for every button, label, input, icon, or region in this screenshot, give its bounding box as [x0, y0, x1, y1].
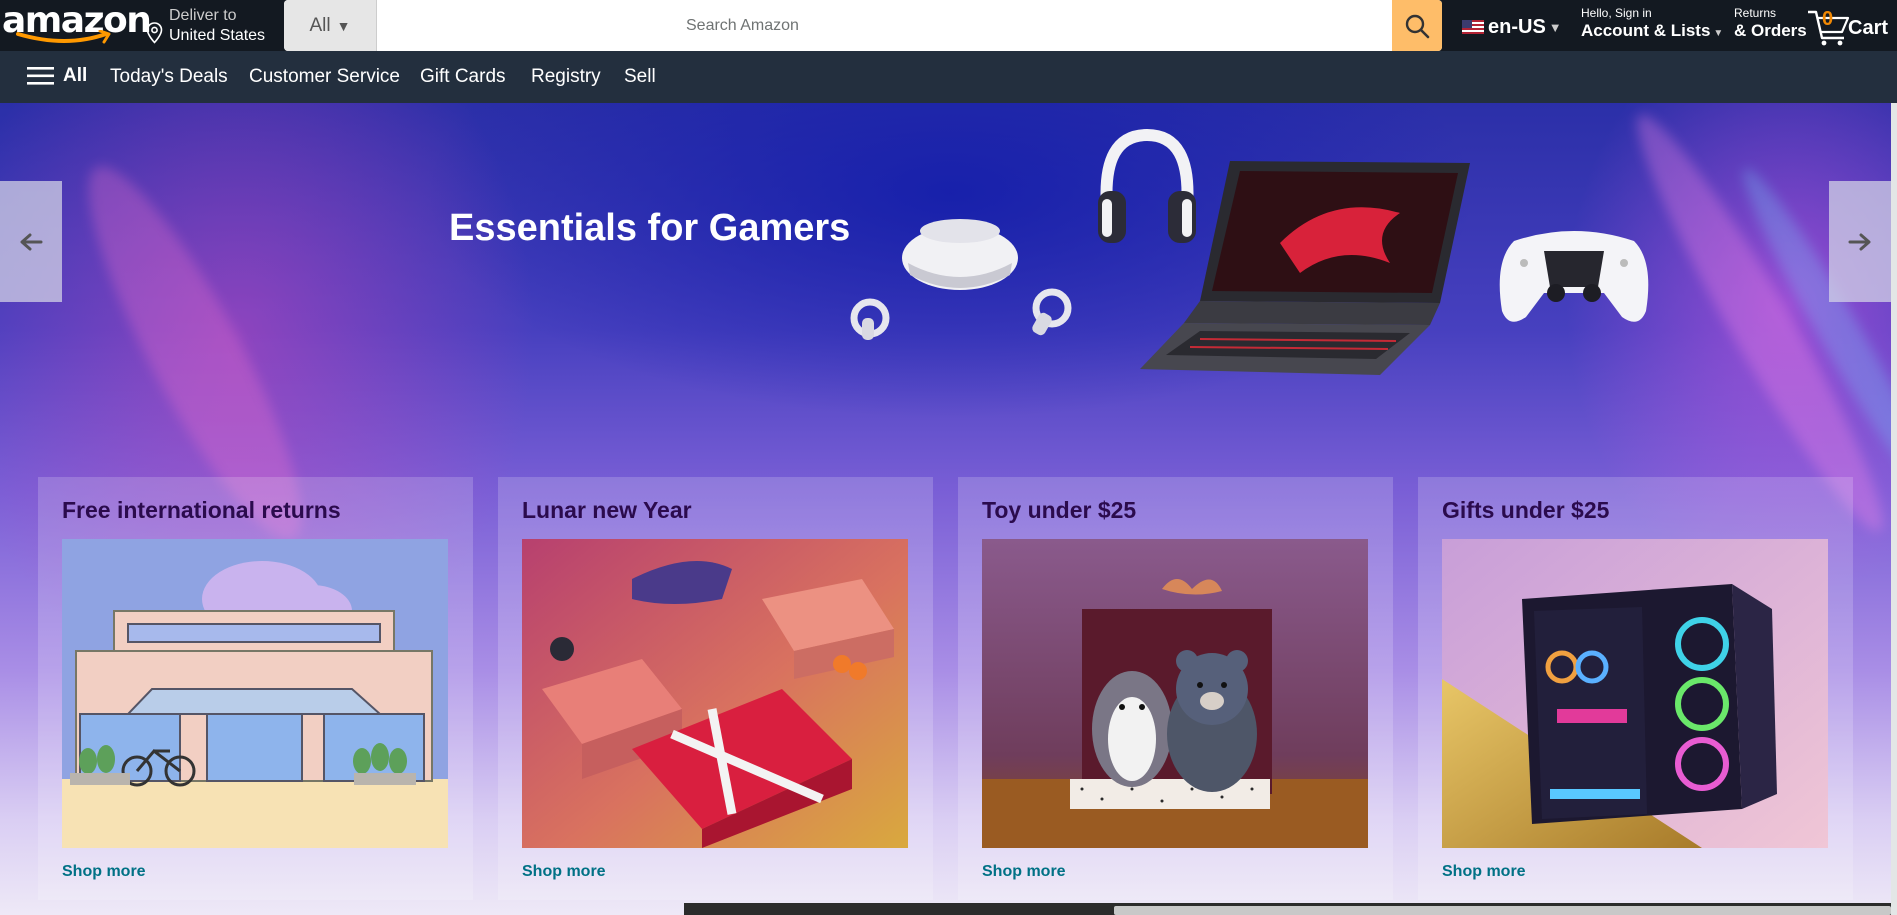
orders-label: & Orders [1734, 21, 1807, 40]
language-label: en-US [1488, 15, 1546, 38]
search-input[interactable] [377, 0, 1377, 51]
search-category-dropdown[interactable]: All ▼ [284, 0, 377, 51]
lunar-gifts-image [522, 539, 908, 848]
vr-headset-image [850, 219, 1072, 340]
search-icon [1405, 14, 1430, 38]
sign-in-greeting: Hello, Sign in [1581, 6, 1652, 20]
search-category-label: All [309, 14, 331, 36]
card-title: Gifts under $25 [1442, 497, 1610, 523]
secondary-navbar: All Today's Deals Customer Service Gift … [0, 51, 1897, 103]
hero-banner[interactable]: Essentials for Gamers Free international… [0, 103, 1891, 915]
plush-toys-image [982, 539, 1368, 848]
logo-smile-icon [16, 30, 111, 44]
gaming-laptop-image [1140, 161, 1470, 375]
card-free-returns: Free international returns Shop more [38, 477, 473, 900]
nav-link-sell[interactable]: Sell [624, 66, 656, 88]
card-image-pc[interactable] [1442, 539, 1828, 848]
top-navbar: amazon Deliver to United States All ▼ Se… [0, 0, 1897, 51]
account-lists[interactable]: Hello, Sign in Account & Lists ▼ [1581, 6, 1723, 41]
shop-more-link[interactable]: Shop more [62, 863, 146, 881]
card-title: Free international returns [62, 497, 341, 523]
deliver-country: United States [169, 27, 266, 44]
arrow-right-icon [1848, 233, 1871, 250]
search-button[interactable] [1392, 0, 1442, 51]
card-image-storefront[interactable] [62, 539, 448, 848]
card-image-toys[interactable] [982, 539, 1368, 848]
nav-link-customer-service[interactable]: Customer Service [249, 66, 400, 88]
cart-count: 0 [1822, 8, 1834, 30]
card-toys-under-25: Toy under $25 Shop more [958, 477, 1393, 900]
card-image-gifts[interactable] [522, 539, 908, 848]
cart-button[interactable]: 0 Cart [1806, 4, 1897, 48]
language-selector[interactable]: en-US ▼ [1462, 12, 1562, 42]
card-title: Lunar new Year [522, 497, 692, 523]
shop-more-link[interactable]: Shop more [1442, 863, 1526, 881]
card-title: Toy under $25 [982, 497, 1137, 523]
gaming-pc-image [1442, 539, 1828, 848]
shop-more-link[interactable]: Shop more [522, 863, 606, 881]
returns-orders[interactable]: Returns & Orders [1734, 6, 1807, 41]
all-menu-label: All [63, 65, 88, 86]
returns-label: Returns [1734, 6, 1777, 20]
nav-link-registry[interactable]: Registry [531, 66, 601, 88]
all-menu-button[interactable]: All [27, 65, 87, 87]
scrollbar-thumb[interactable] [1114, 906, 1891, 915]
card-gifts-under-25: Gifts under $25 Shop more [1418, 477, 1853, 900]
caret-down-icon: ▼ [1548, 19, 1562, 35]
nav-link-gift-cards[interactable]: Gift Cards [420, 66, 506, 88]
hero-prev-button[interactable] [0, 181, 62, 302]
game-controller-image [1499, 231, 1649, 322]
shop-more-link[interactable]: Shop more [982, 863, 1066, 881]
nav-link-todays-deals[interactable]: Today's Deals [110, 66, 228, 88]
hero-next-button[interactable] [1829, 181, 1891, 302]
search-bar: All ▼ [284, 0, 1442, 51]
storefront-image [62, 539, 448, 848]
caret-down-icon: ▼ [336, 17, 351, 34]
cart-label: Cart [1848, 17, 1889, 39]
us-flag-icon [1462, 20, 1484, 34]
deliver-to-label: Deliver to [169, 7, 237, 24]
deliver-to[interactable]: Deliver to United States [146, 6, 276, 46]
account-lists-label: Account & Lists ▼ [1581, 21, 1723, 41]
account-lists-text: Account & Lists [1581, 21, 1711, 40]
card-lunar-new-year: Lunar new Year Shop more [498, 477, 933, 900]
hero-title: Essentials for Gamers [449, 207, 851, 249]
horizontal-scrollbar[interactable] [684, 903, 1891, 915]
location-pin-icon [146, 22, 163, 44]
arrow-left-icon [20, 233, 43, 250]
amazon-logo[interactable]: amazon [2, 0, 152, 46]
caret-down-icon: ▼ [1713, 28, 1724, 39]
hamburger-menu-icon [27, 67, 54, 85]
